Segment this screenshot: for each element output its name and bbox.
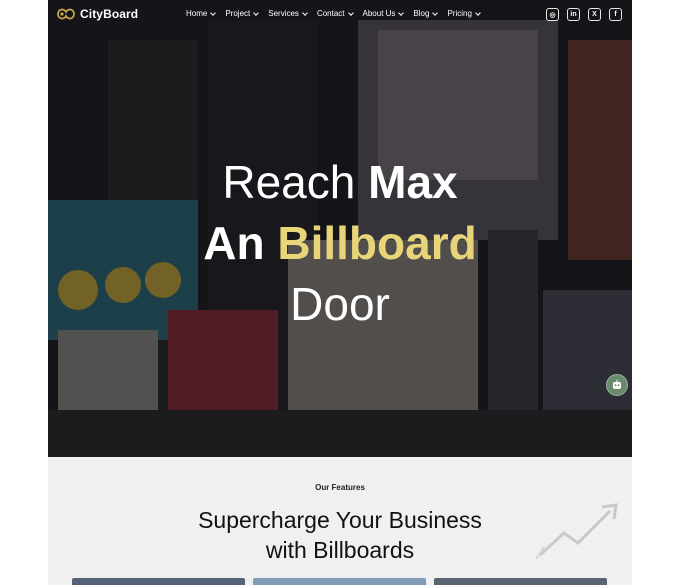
hero-headline-line2: An Billboard [48,213,632,273]
brand-name: CityBoard [80,7,139,21]
headline-accent-text: Billboard [277,217,477,269]
robot-icon [613,379,621,389]
nav-label: Blog [413,9,430,18]
brand-logo[interactable]: CityBoard [56,6,138,22]
chevron-down-icon [253,9,260,16]
top-navigation: CityBoard Home Project Services Contact … [48,0,632,30]
chevron-down-icon [302,9,308,16]
nav-label: Pricing [447,9,472,18]
headline-bold-text: Max [368,156,458,208]
hero-headline-line1: Reach Max [48,152,632,212]
nav-item-services[interactable]: Services [268,9,308,18]
chevron-down-icon [432,9,439,16]
hero-headline-line3: Door [290,278,390,330]
facebook-icon[interactable]: f [609,8,622,21]
feature-card-3[interactable] [434,578,607,585]
nav-item-contact[interactable]: Contact [316,9,354,18]
nav-item-blog[interactable]: Blog [413,9,439,18]
nav-item-project[interactable]: Project [225,9,260,18]
growth-arrow-icon [535,503,618,560]
headline-light-text: Reach [222,156,369,208]
features-section: Our Features Supercharge Your Business w… [48,457,632,585]
section-eyebrow: Our Features [315,483,365,492]
nav-item-home[interactable]: Home [186,9,217,18]
nav-label: Services [268,9,299,18]
feature-cards [72,578,607,585]
nav-label: Project [225,9,251,18]
linkedin-icon[interactable]: in [567,8,580,21]
logo-icon [57,8,75,20]
nav-item-about-us[interactable]: About Us [362,9,405,18]
nav-label: Contact [316,9,345,18]
headline-bold-text: An [203,217,278,269]
nav-item-pricing[interactable]: Pricing [447,9,481,18]
page: CityBoard Home Project Services Contact … [0,0,680,585]
feature-card-2[interactable] [253,578,426,585]
chevron-down-icon [347,9,354,16]
feature-card-1[interactable] [72,578,245,585]
social-links: ◎ in X f [546,8,622,21]
nav-label: About Us [362,9,396,18]
main-menu: Home Project Services Contact About Us B… [186,9,490,18]
chevron-down-icon [398,9,405,16]
chevron-down-icon [210,9,217,16]
chevron-down-icon [475,9,481,16]
nav-label: Home [186,9,208,18]
chat-widget-button[interactable] [606,374,628,396]
instagram-icon[interactable]: ◎ [546,8,559,21]
x-icon[interactable]: X [588,8,601,21]
hero-section: CityBoard Home Project Services Contact … [48,0,632,457]
